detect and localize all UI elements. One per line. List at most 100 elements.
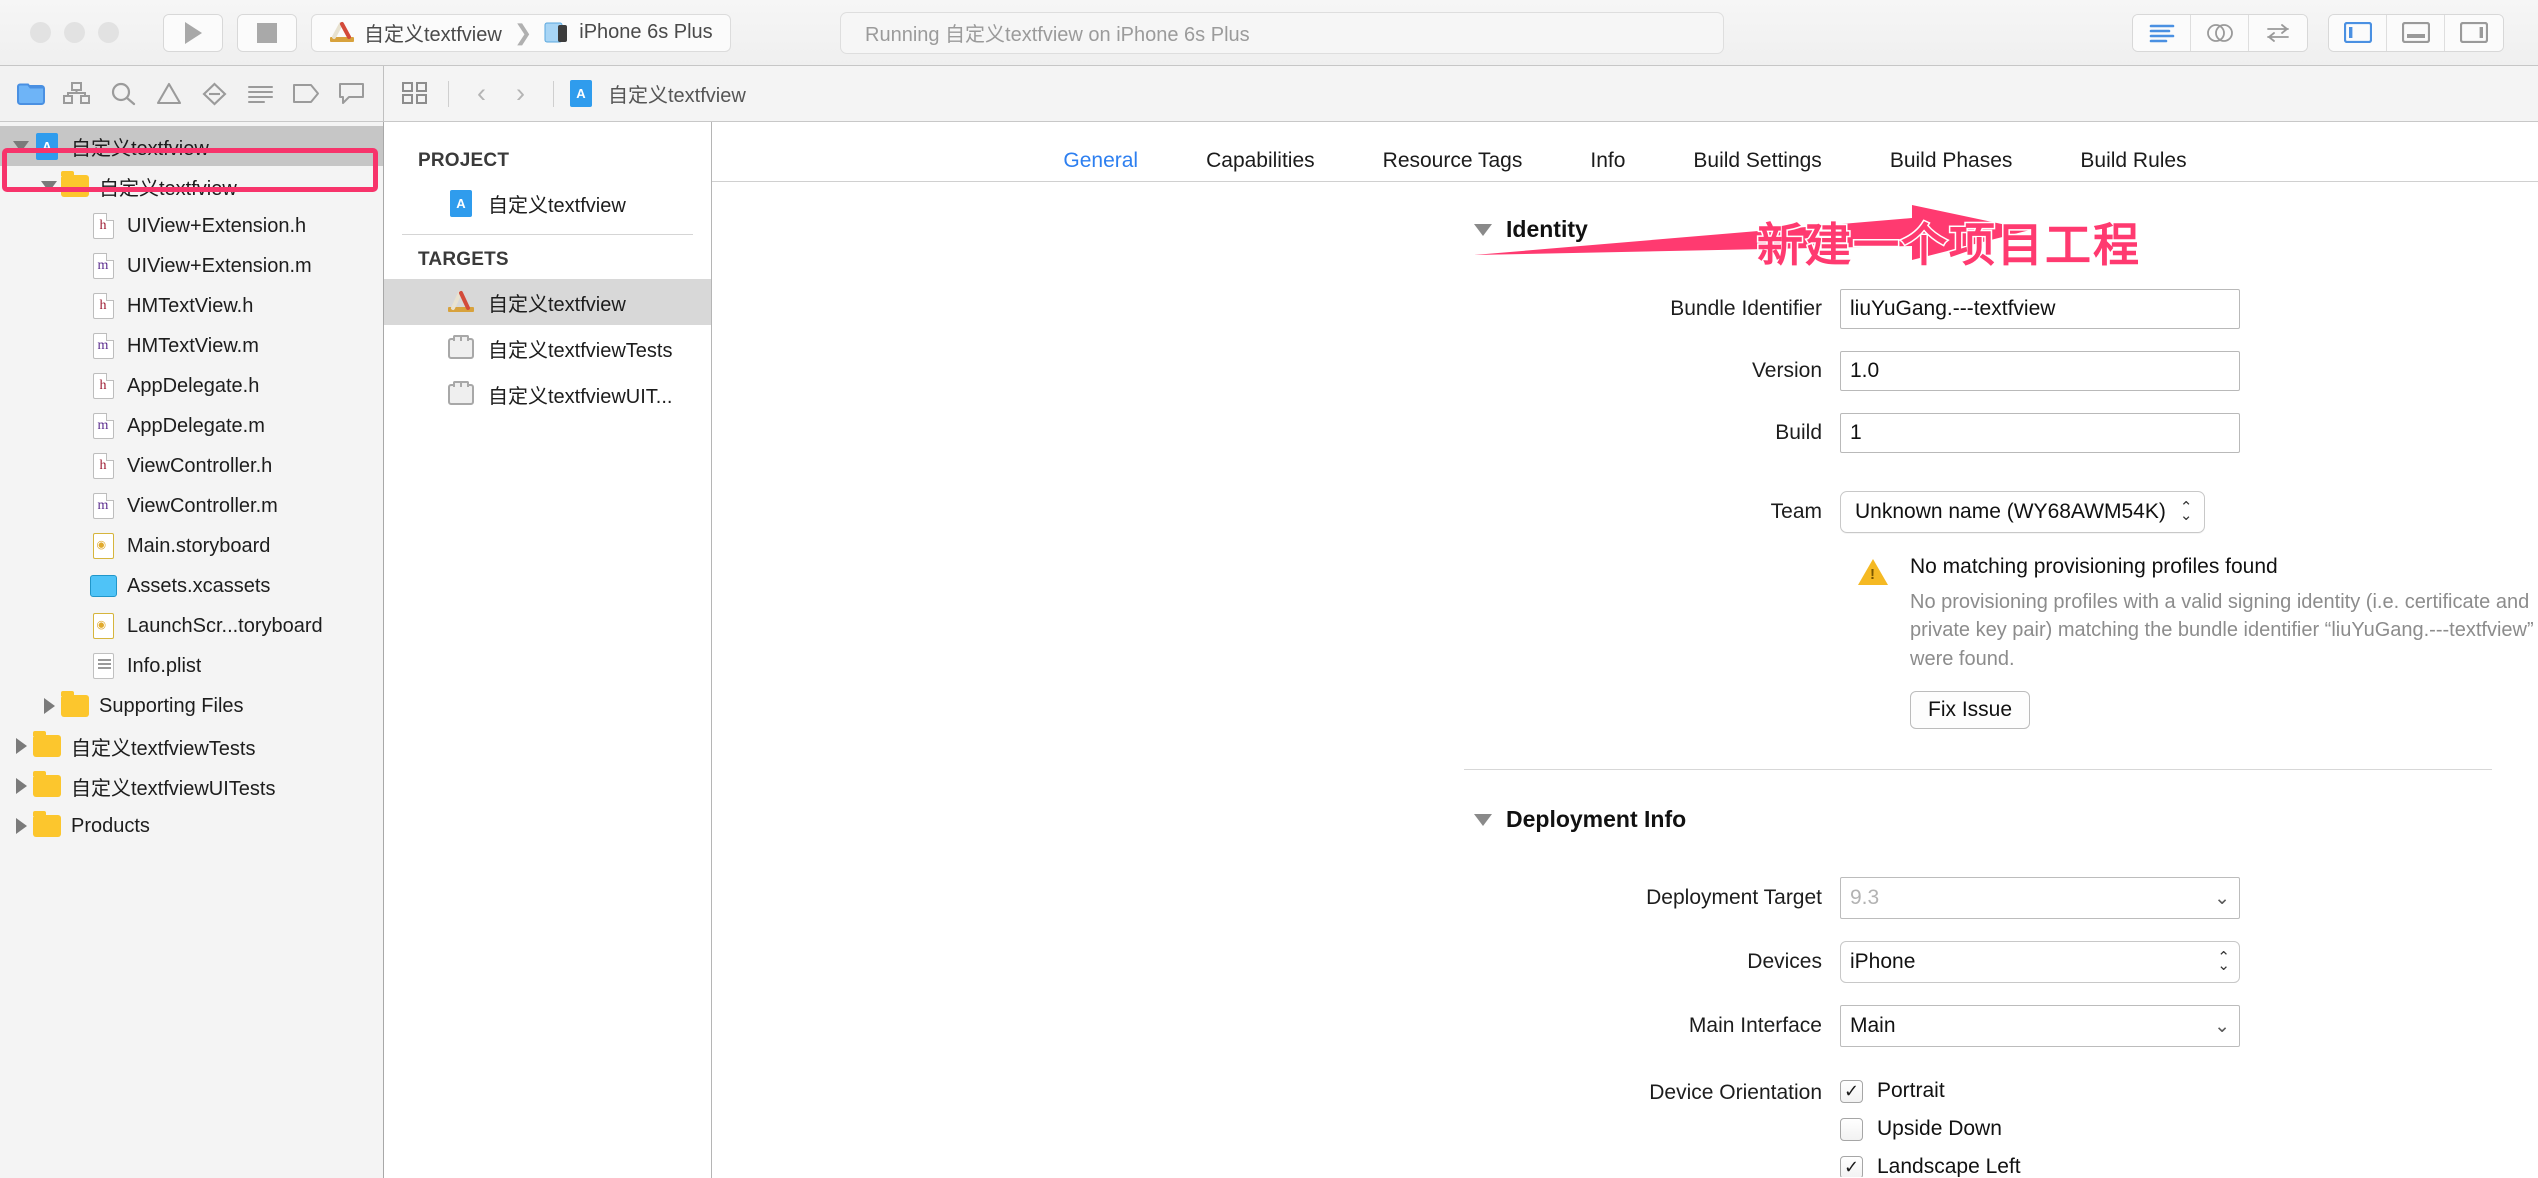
report-navigator-icon[interactable] [335,79,369,109]
zoom-icon[interactable] [98,22,119,43]
close-icon[interactable] [30,22,51,43]
tree-item[interactable]: 自定义textfviewUITests [0,766,383,806]
standard-editor-button[interactable] [2133,15,2191,51]
tab-info[interactable]: Info [1556,149,1659,173]
deployment-target-combo[interactable]: 9.3 ⌄ [1840,877,2240,919]
orientation-row[interactable]: ✓Landscape Left [1840,1155,2035,1177]
version-input[interactable]: 1.0 [1840,351,2240,391]
plist-icon [88,653,118,679]
debug-navigator-icon[interactable] [243,79,277,109]
devices-popup-button[interactable]: iPhone ⌃⌄ [1840,941,2240,983]
devices-value: iPhone [1850,950,1915,974]
version-editor-icon [2264,22,2292,44]
scheme-destination-control[interactable]: 自定义textfview ❯ iPhone 6s Plus [311,14,731,52]
fix-issue-button[interactable]: Fix Issue [1910,691,2030,729]
orientation-row[interactable]: ✓Portrait [1840,1079,2035,1103]
back-button[interactable]: ‹ [465,78,498,109]
disclosure-triangle-icon[interactable] [38,698,60,714]
build-input[interactable]: 1 [1840,413,2240,453]
main-interface-label: Main Interface [712,1014,1840,1038]
checkbox-upside-down[interactable] [1840,1118,1863,1141]
symbol-navigator-icon[interactable] [60,79,94,109]
tree-item[interactable]: mViewController.m [0,486,383,526]
main-interface-combo[interactable]: Main ⌄ [1840,1005,2240,1047]
stop-button[interactable] [238,15,296,51]
disclosure-triangle-icon[interactable] [38,181,60,192]
toolbar: 自定义textfview ❯ iPhone 6s Plus Running 自定… [0,0,2538,66]
disclosure-triangle-icon[interactable] [10,778,32,794]
tree-item[interactable]: hAppDelegate.h [0,366,383,406]
tree-item[interactable]: 自定义textfview [0,166,383,206]
toggle-utilities-button[interactable] [2445,15,2503,51]
tree-item[interactable]: 自定义textfview [0,126,383,166]
scheme-name: 自定义textfview [364,18,502,47]
checkbox-landscape-left[interactable]: ✓ [1840,1156,1863,1177]
implementation-file-icon: m [88,333,118,359]
disclosure-triangle-icon[interactable] [10,818,32,834]
tab-resource-tags[interactable]: Resource Tags [1349,149,1557,173]
build-label: Build [712,421,1840,445]
secondary-bars: ‹ › 自定义textfview [0,66,2538,122]
tree-item[interactable]: hViewController.h [0,446,383,486]
implementation-file-icon: m [88,413,118,439]
forward-button[interactable]: › [504,78,537,109]
tab-general[interactable]: General [1029,149,1172,173]
toggle-navigator-button[interactable] [2329,15,2387,51]
breakpoint-navigator-icon[interactable] [289,79,323,109]
asset-catalog-icon [88,573,118,599]
target-list-item-label: 自定义textfview [488,288,626,317]
tab-build-rules[interactable]: Build Rules [2046,149,2220,173]
tree-item[interactable]: mUIView+Extension.m [0,246,383,286]
targets-group-header: TARGETS [384,239,711,279]
run-button[interactable] [164,15,222,51]
assistant-editor-icon [2206,22,2234,44]
tree-item[interactable]: hUIView+Extension.h [0,206,383,246]
orientation-row[interactable]: Upside Down [1840,1117,2035,1141]
related-items-icon[interactable] [398,79,432,109]
project-navigator-icon[interactable] [14,79,48,109]
identity-section-header[interactable]: Identity [712,216,2538,243]
bundle-identifier-input[interactable]: liuYuGang.---textfview [1840,289,2240,329]
test-navigator-icon[interactable] [197,79,231,109]
tree-item[interactable]: mHMTextView.m [0,326,383,366]
target-list-item[interactable]: 自定义textfviewUIT... [384,371,711,417]
tab-capabilities[interactable]: Capabilities [1172,149,1349,173]
disclosure-triangle-icon[interactable] [10,141,32,152]
find-navigator-icon[interactable] [106,79,140,109]
status-text: Running 自定义textfview on iPhone 6s Plus [865,18,1250,47]
tree-item-label: 自定义textfview [71,132,209,161]
tree-item-label: Supporting Files [99,695,244,718]
project-list-item[interactable]: 自定义textfview [384,180,711,226]
tab-build-settings[interactable]: Build Settings [1659,149,1855,173]
tree-item[interactable]: 自定义textfviewTests [0,726,383,766]
tree-item[interactable]: mAppDelegate.m [0,406,383,446]
toggle-debug-area-button[interactable] [2387,15,2445,51]
tree-item[interactable]: Main.storyboard [0,526,383,566]
xcode-window: 自定义textfview ❯ iPhone 6s Plus Running 自定… [0,0,2538,1178]
tree-item[interactable]: hHMTextView.h [0,286,383,326]
version-editor-button[interactable] [2249,15,2307,51]
deployment-target-label: Deployment Target [712,886,1840,910]
minimize-icon[interactable] [64,22,85,43]
deployment-section-header[interactable]: Deployment Info [712,806,2538,833]
identity-section-title: Identity [1506,216,1588,243]
header-file-icon: h [88,453,118,479]
tree-item[interactable]: LaunchScr...toryboard [0,606,383,646]
tree-item[interactable]: Info.plist [0,646,383,686]
breadcrumb[interactable]: 自定义textfview [608,79,746,108]
tree-item[interactable]: Assets.xcassets [0,566,383,606]
assistant-editor-button[interactable] [2191,15,2249,51]
disclosure-triangle-icon[interactable] [10,738,32,754]
team-popup-button[interactable]: Unknown name (WY68AWM54K) ⌃⌄ [1840,491,2205,533]
devices-row: Devices iPhone ⌃⌄ [712,941,2538,983]
header-file-icon: h [88,293,118,319]
tree-item[interactable]: Supporting Files [0,686,383,726]
chevron-down-icon-2: ⌄ [2214,1015,2230,1038]
target-list-item[interactable]: 自定义textfview [384,279,711,325]
standard-editor-icon [2149,23,2175,43]
issue-navigator-icon[interactable] [152,79,186,109]
tab-build-phases[interactable]: Build Phases [1856,149,2047,173]
target-list-item[interactable]: 自定义textfviewTests [384,325,711,371]
tree-item[interactable]: Products [0,806,383,846]
checkbox-portrait[interactable]: ✓ [1840,1080,1863,1103]
